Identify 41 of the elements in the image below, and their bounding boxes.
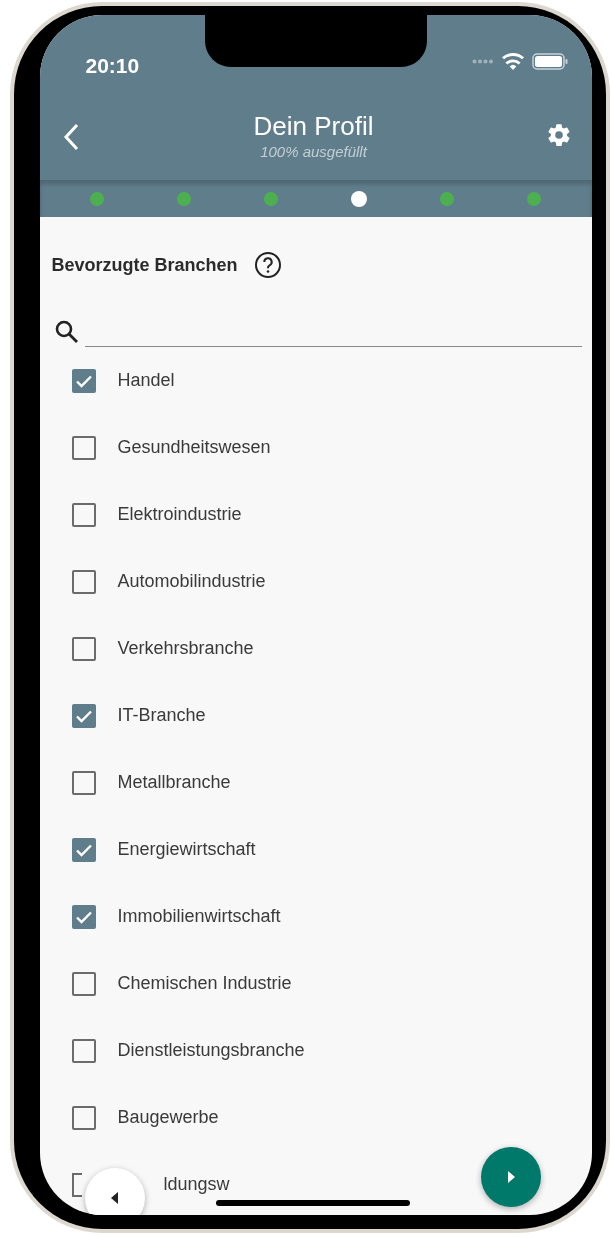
signal-icon [471, 59, 494, 64]
checkbox[interactable] [71, 636, 96, 661]
industry-label[interactable]: Dienstleistungsbranche [117, 1037, 305, 1064]
checkbox[interactable] [71, 770, 96, 795]
section-title: Bevorzugte Branchen [51, 253, 238, 277]
settings-icon [545, 122, 572, 148]
help-icon[interactable] [253, 251, 282, 279]
industry-label[interactable]: IT-Branche [117, 702, 206, 729]
checkbox[interactable] [71, 569, 96, 594]
industry-label[interactable]: Gesundheitswesen [117, 434, 271, 461]
industry-label[interactable]: Energiewirtschaft [117, 836, 256, 863]
industry-label[interactable]: Automobilindustrie [117, 568, 266, 595]
next-button[interactable] [480, 1147, 541, 1207]
checkbox[interactable] [71, 1038, 96, 1063]
checkbox[interactable] [71, 971, 96, 996]
checkbox[interactable] [71, 1172, 82, 1197]
industry-label[interactable]: Immobilienwirtschaft [117, 903, 281, 930]
checkbox[interactable] [71, 502, 96, 527]
status-time: 20:10 [85, 55, 140, 76]
checkbox[interactable] [71, 368, 96, 393]
industry-label[interactable]: Metallbranche [117, 769, 231, 796]
industry-label[interactable]: Verkehrsbranche [117, 635, 254, 662]
page-title: Dein Profil [253, 110, 374, 142]
checkbox[interactable] [71, 435, 96, 460]
checkbox[interactable] [71, 904, 96, 929]
battery-icon [531, 53, 568, 70]
previous-button[interactable] [84, 1168, 145, 1215]
industry-label[interactable]: Elektroindustrie [117, 501, 242, 528]
wifi-icon [501, 53, 524, 70]
checkbox[interactable] [71, 703, 96, 728]
search-icon [53, 319, 80, 345]
industry-label[interactable]: ldungsw [163, 1171, 230, 1198]
chevron-left-icon [61, 122, 80, 152]
triangle-left-icon [109, 1191, 120, 1205]
industry-label[interactable]: Baugewerbe [117, 1104, 219, 1131]
industry-label[interactable]: Chemischen Industrie [117, 970, 292, 997]
checkbox[interactable] [71, 1105, 96, 1130]
industry-label[interactable]: Handel [117, 367, 175, 394]
checkbox[interactable] [71, 837, 96, 862]
triangle-right-icon [505, 1170, 516, 1184]
completion-subtitle: 100% ausgefüllt [260, 142, 367, 162]
